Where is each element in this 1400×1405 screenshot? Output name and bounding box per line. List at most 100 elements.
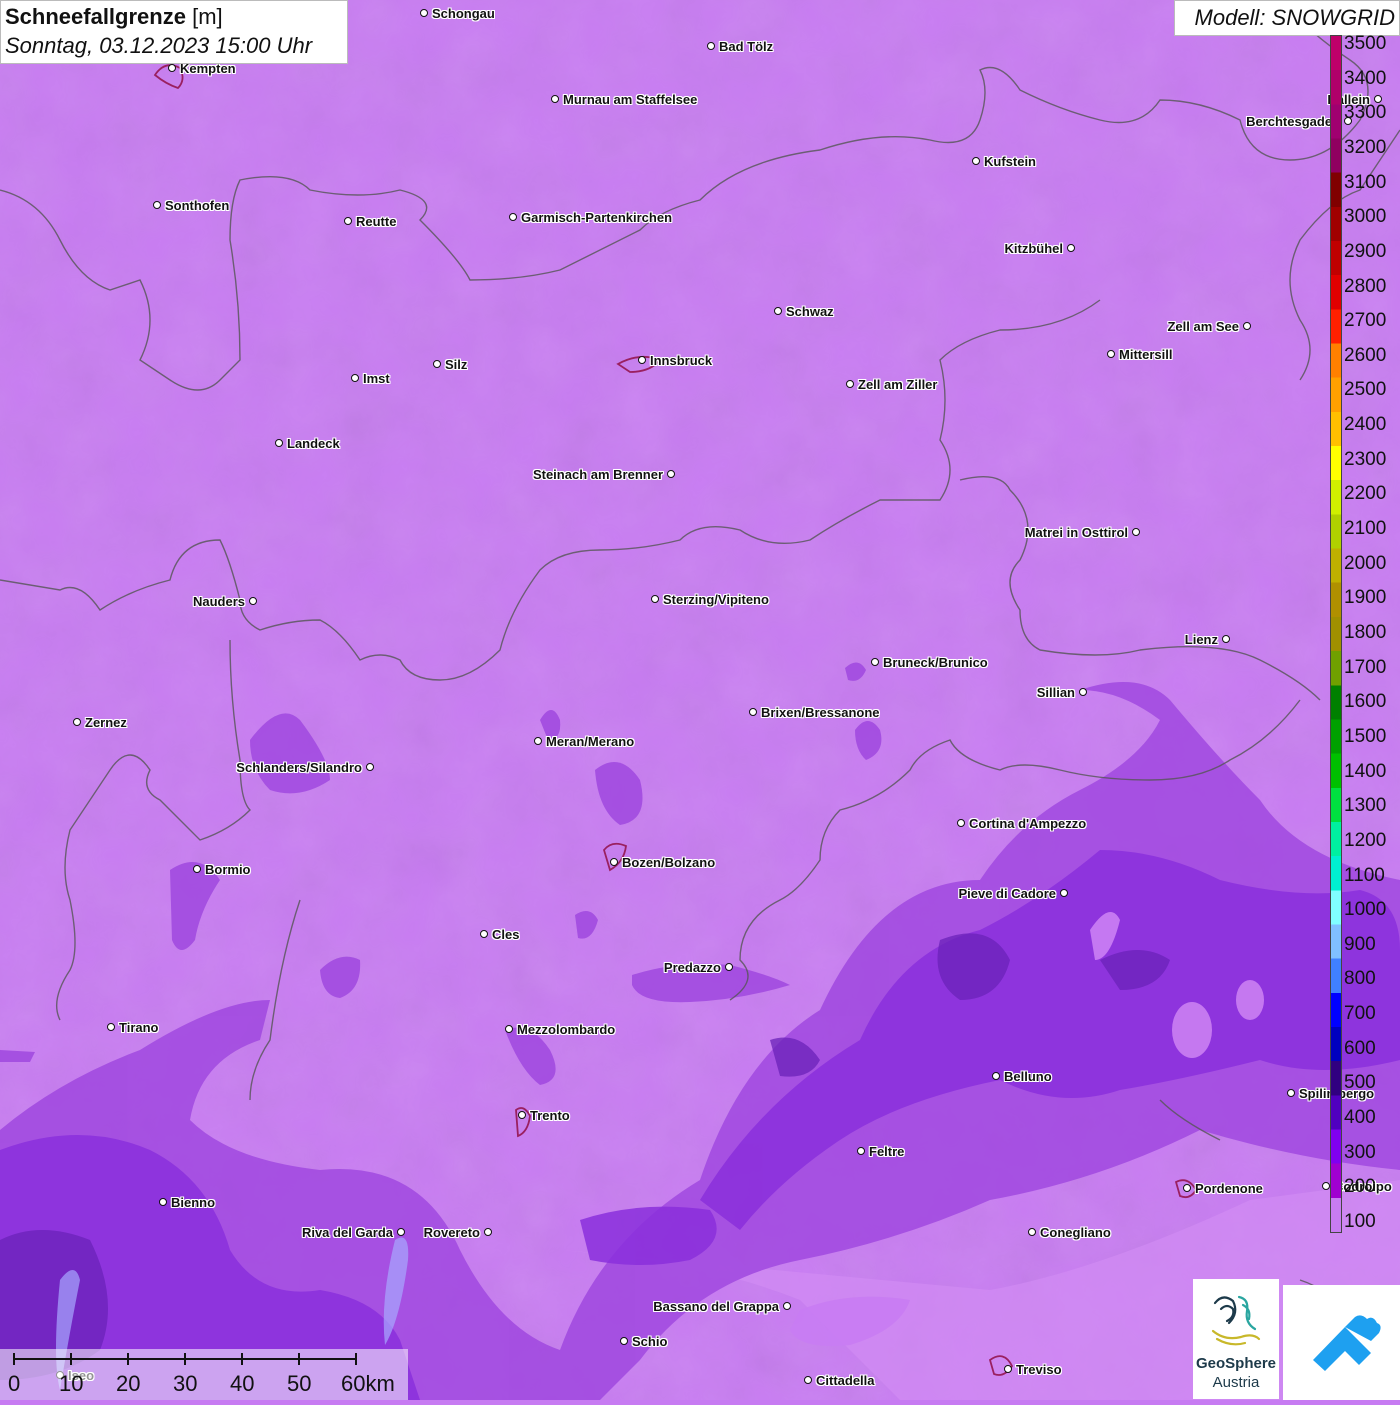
city-marker[interactable] [667, 470, 675, 478]
city-marker[interactable] [783, 1302, 791, 1310]
city-marker[interactable] [480, 930, 488, 938]
scale-label: 0 [8, 1371, 21, 1396]
city-label: Silz [445, 357, 468, 372]
parameter-name: Schneefallgrenze [5, 4, 186, 29]
city-marker[interactable] [344, 217, 352, 225]
city-marker[interactable] [846, 380, 854, 388]
legend-label: 300 [1344, 1141, 1376, 1163]
city-label: Steinach am Brenner [532, 467, 663, 482]
city-label: Kitzbühel [1004, 241, 1064, 256]
legend-label: 2100 [1344, 518, 1387, 540]
legend-label: 1900 [1344, 587, 1387, 609]
title-panel: Schneefallgrenze [m] Sonntag, 03.12.2023… [0, 0, 348, 64]
city-label: Lienz [1184, 632, 1218, 647]
city-marker[interactable] [1322, 1182, 1330, 1190]
city-marker[interactable] [725, 963, 733, 971]
city-label: Murnau am Staffelsee [563, 92, 698, 107]
legend-label: 3200 [1344, 136, 1387, 158]
city-marker[interactable] [871, 658, 879, 666]
city-marker[interactable] [484, 1228, 492, 1236]
city-marker[interactable] [551, 95, 559, 103]
city-marker[interactable] [1079, 688, 1087, 696]
city-marker[interactable] [1222, 635, 1230, 643]
legend-label: 2300 [1344, 448, 1387, 470]
city-marker[interactable] [707, 42, 715, 50]
city-marker[interactable] [972, 157, 980, 165]
city-label: Zell am See [1167, 319, 1239, 334]
city-marker[interactable] [992, 1072, 1000, 1080]
city-label: Mezzolombardo [517, 1022, 616, 1037]
legend-label: 2400 [1344, 414, 1387, 436]
city-label: Bad Tölz [719, 39, 774, 54]
city-label: Riva del Garda [301, 1225, 393, 1240]
city-marker[interactable] [1067, 244, 1075, 252]
city-marker[interactable] [1060, 889, 1068, 897]
city-label: Kufstein [984, 154, 1036, 169]
city-marker[interactable] [193, 865, 201, 873]
legend-label: 3100 [1344, 171, 1387, 193]
city-marker[interactable] [518, 1111, 526, 1119]
city-marker[interactable] [275, 439, 283, 447]
city-marker[interactable] [249, 597, 257, 605]
city-marker[interactable] [1287, 1089, 1295, 1097]
city-label: Bassano del Grappa [653, 1299, 779, 1314]
city-marker[interactable] [351, 374, 359, 382]
city-marker[interactable] [73, 718, 81, 726]
city-marker[interactable] [153, 201, 161, 209]
legend-label: 1000 [1344, 899, 1387, 921]
city-marker[interactable] [804, 1376, 812, 1384]
city-marker[interactable] [1004, 1365, 1012, 1373]
scale-label: 50 [287, 1371, 312, 1396]
city-marker[interactable] [1183, 1184, 1191, 1192]
city-label: Pieve di Cadore [958, 886, 1056, 901]
geosphere-emblem-icon [1211, 1295, 1261, 1346]
city-label: Mittersill [1119, 347, 1173, 362]
city-marker[interactable] [620, 1337, 628, 1345]
city-marker[interactable] [1243, 322, 1251, 330]
city-marker[interactable] [651, 595, 659, 603]
legend-label: 1100 [1344, 864, 1385, 886]
city-label: Zell am Ziller [858, 377, 938, 392]
city-label: Brixen/Bressanone [761, 705, 880, 720]
legend-label: 600 [1344, 1037, 1376, 1059]
city-marker[interactable] [749, 708, 757, 716]
city-marker[interactable] [774, 307, 782, 315]
city-label: Reutte [356, 214, 397, 229]
scale-label: 30 [173, 1371, 198, 1396]
city-marker[interactable] [1107, 350, 1115, 358]
geosphere-logo[interactable]: GeoSphere Austria [1193, 1279, 1279, 1399]
city-marker[interactable] [610, 858, 618, 866]
city-marker[interactable] [433, 360, 441, 368]
city-marker[interactable] [505, 1025, 513, 1033]
legend-label: 100 [1344, 1211, 1376, 1232]
legend-label: 3500 [1344, 33, 1387, 54]
city-marker[interactable] [107, 1023, 115, 1031]
city-marker[interactable] [420, 9, 428, 17]
city-marker[interactable] [159, 1198, 167, 1206]
model-panel: Modell: SNOWGRID [1174, 0, 1400, 36]
city-label: Cittadella [816, 1373, 875, 1388]
city-marker[interactable] [638, 356, 646, 364]
city-marker[interactable] [397, 1228, 405, 1236]
scale-label: 20 [116, 1371, 141, 1396]
scale-label: 40 [230, 1371, 255, 1396]
city-label: Sterzing/Vipiteno [663, 592, 769, 607]
partner-logo[interactable] [1283, 1285, 1400, 1400]
legend-label: 1200 [1344, 829, 1387, 851]
city-marker[interactable] [366, 763, 374, 771]
legend-label: 800 [1344, 968, 1376, 990]
city-marker[interactable] [857, 1147, 865, 1155]
city-marker[interactable] [534, 737, 542, 745]
city-label: Rovereto [423, 1225, 480, 1240]
city-marker[interactable] [1132, 528, 1140, 536]
city-label: Conegliano [1040, 1225, 1111, 1240]
city-label: Landeck [287, 436, 340, 451]
city-label: Berchtesgaden [1246, 114, 1340, 129]
geosphere-subtitle: Austria [1212, 1374, 1260, 1391]
city-marker[interactable] [168, 64, 176, 72]
city-marker[interactable] [957, 819, 965, 827]
city-marker[interactable] [1028, 1228, 1036, 1236]
city-label: Nauders [192, 594, 245, 609]
city-marker[interactable] [509, 213, 517, 221]
city-label: Cles [492, 927, 520, 942]
